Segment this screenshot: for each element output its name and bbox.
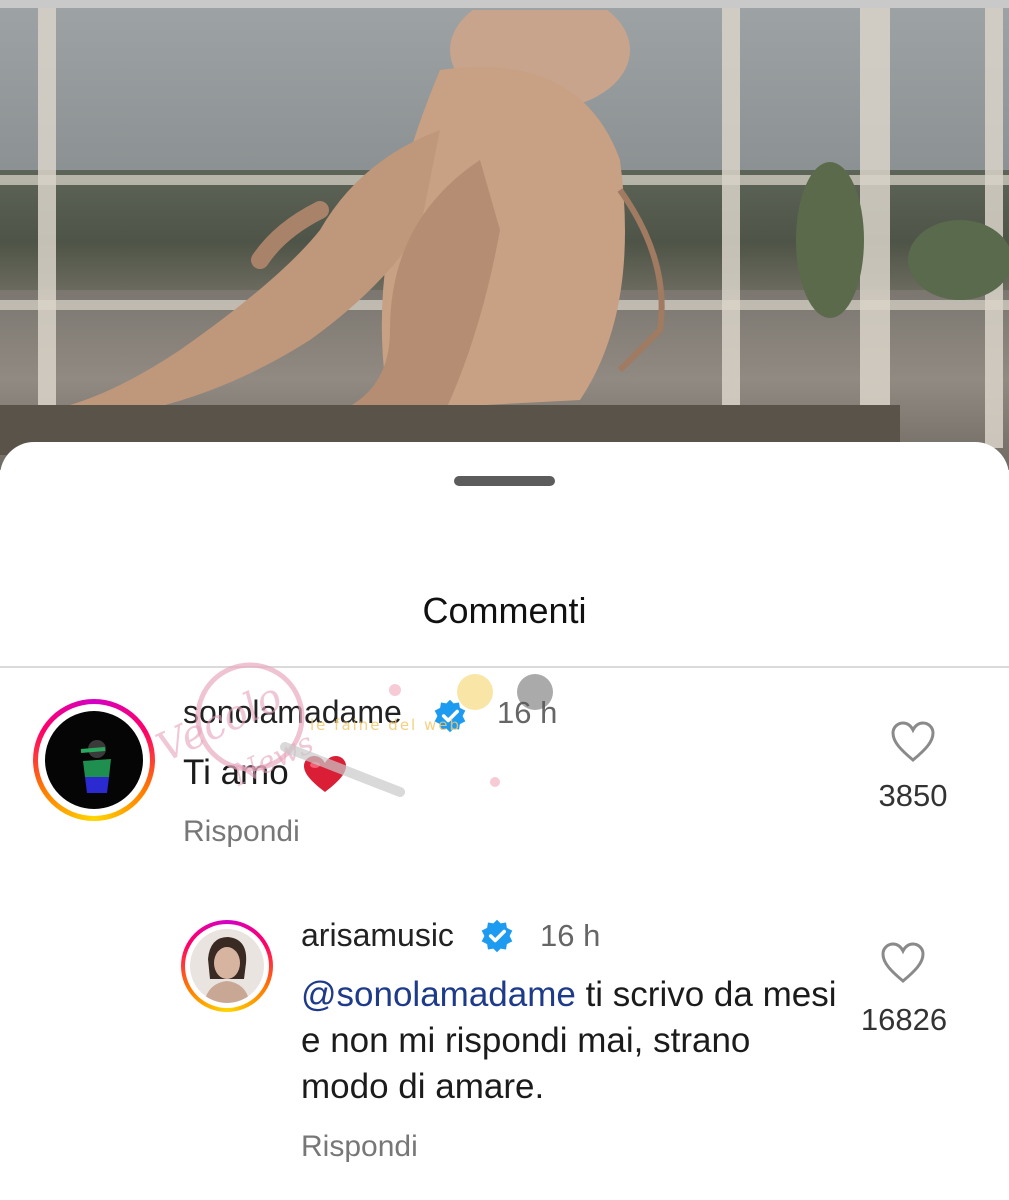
comment-text: @sonolamadame ti scrivo da mesi e non mi… [301, 972, 841, 1110]
status-strip [0, 0, 1009, 8]
like-count: 3850 [878, 778, 948, 813]
like-count: 16826 [860, 1002, 948, 1037]
comments-sheet: Commenti sonolamadame 16 h Ti amo Rispon… [0, 442, 1009, 1200]
avatar[interactable] [181, 920, 273, 1012]
window-pillar [38, 8, 56, 448]
comment-time: 16 h [497, 695, 558, 730]
avatar-photo-icon [45, 711, 143, 809]
heart-emoji-icon [304, 755, 347, 792]
reply-button[interactable]: Rispondi [183, 815, 300, 849]
comment-time: 16 h [540, 918, 601, 953]
verified-badge-icon [434, 699, 466, 733]
comment-username[interactable]: sonolamadame [183, 694, 402, 731]
seated-figure [70, 10, 665, 422]
avatar-photo-icon [190, 929, 264, 1003]
cactus-plant [796, 162, 1009, 318]
divider [0, 666, 1009, 668]
heart-icon[interactable] [890, 721, 936, 763]
comment-text: Ti amo [183, 750, 348, 796]
drag-handle[interactable] [454, 476, 555, 486]
reply-button[interactable]: Rispondi [301, 1130, 418, 1164]
window-pillar [722, 8, 740, 448]
heart-icon[interactable] [880, 942, 926, 984]
verified-badge-icon [481, 919, 513, 953]
comment-username[interactable]: arisamusic [301, 917, 454, 954]
mention-link[interactable]: @sonolamadame [301, 975, 576, 1014]
post-image [0, 0, 1009, 470]
comment-text-content: Ti amo [183, 753, 289, 792]
sheet-title: Commenti [422, 590, 587, 631]
avatar[interactable] [33, 699, 155, 821]
